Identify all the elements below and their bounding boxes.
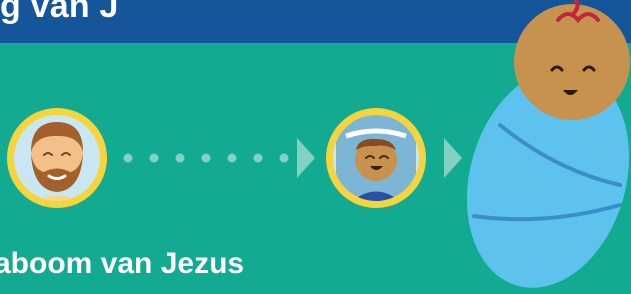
timeline-dots [123,153,289,163]
timeline-dot [279,153,289,163]
subtitle: aboom van Jezus [0,247,245,280]
chevron-right-icon [297,138,315,178]
timeline-dot [175,153,185,163]
woman-headscarf-avatar-icon [326,108,426,208]
timeline-dot [149,153,159,163]
timeline-dot [201,153,211,163]
timeline-dot [253,153,263,163]
timeline-dot [123,153,133,163]
chevron-right-icon [444,138,462,178]
bearded-man-avatar-icon [7,108,107,208]
swaddled-baby-icon [466,0,630,288]
timeline-dot [227,153,237,163]
